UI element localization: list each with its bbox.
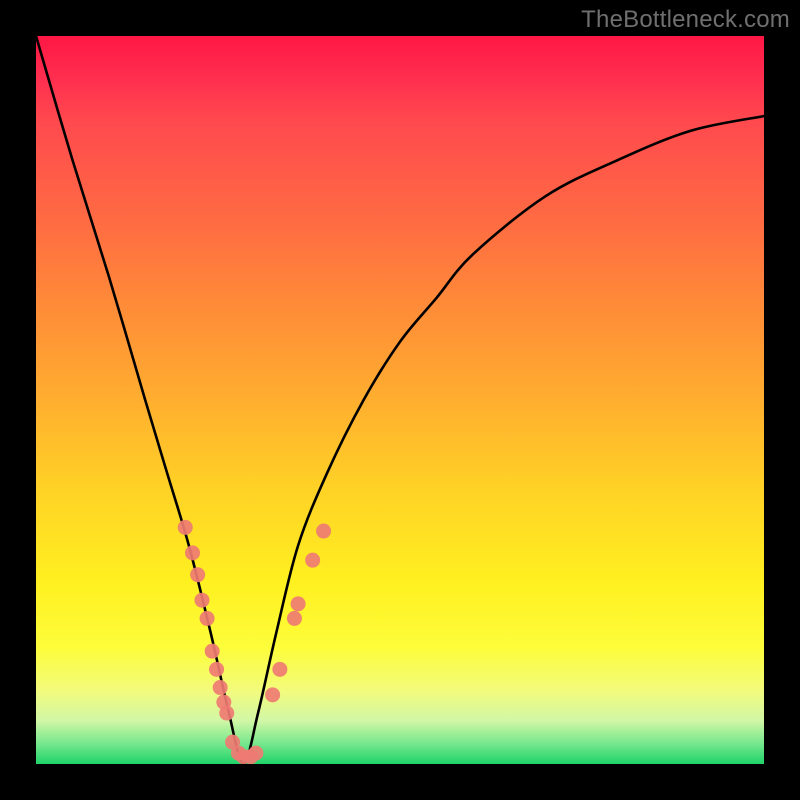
data-marker [185, 545, 200, 560]
bottleneck-curve [36, 36, 764, 764]
data-marker [219, 706, 234, 721]
watermark-text: TheBottleneck.com [581, 6, 790, 34]
data-marker [205, 644, 220, 659]
data-marker [305, 553, 320, 568]
data-marker [287, 611, 302, 626]
data-marker [190, 567, 205, 582]
data-marker [248, 746, 263, 761]
chart-svg [36, 36, 764, 764]
data-marker [291, 596, 306, 611]
data-marker [194, 593, 209, 608]
data-marker [272, 662, 287, 677]
data-marker [178, 520, 193, 535]
data-marker [213, 680, 228, 695]
data-marker [316, 524, 331, 539]
data-marker [265, 687, 280, 702]
data-marker [200, 611, 215, 626]
data-marker [209, 662, 224, 677]
chart-frame: TheBottleneck.com [0, 0, 800, 800]
chart-plot-area [36, 36, 764, 764]
